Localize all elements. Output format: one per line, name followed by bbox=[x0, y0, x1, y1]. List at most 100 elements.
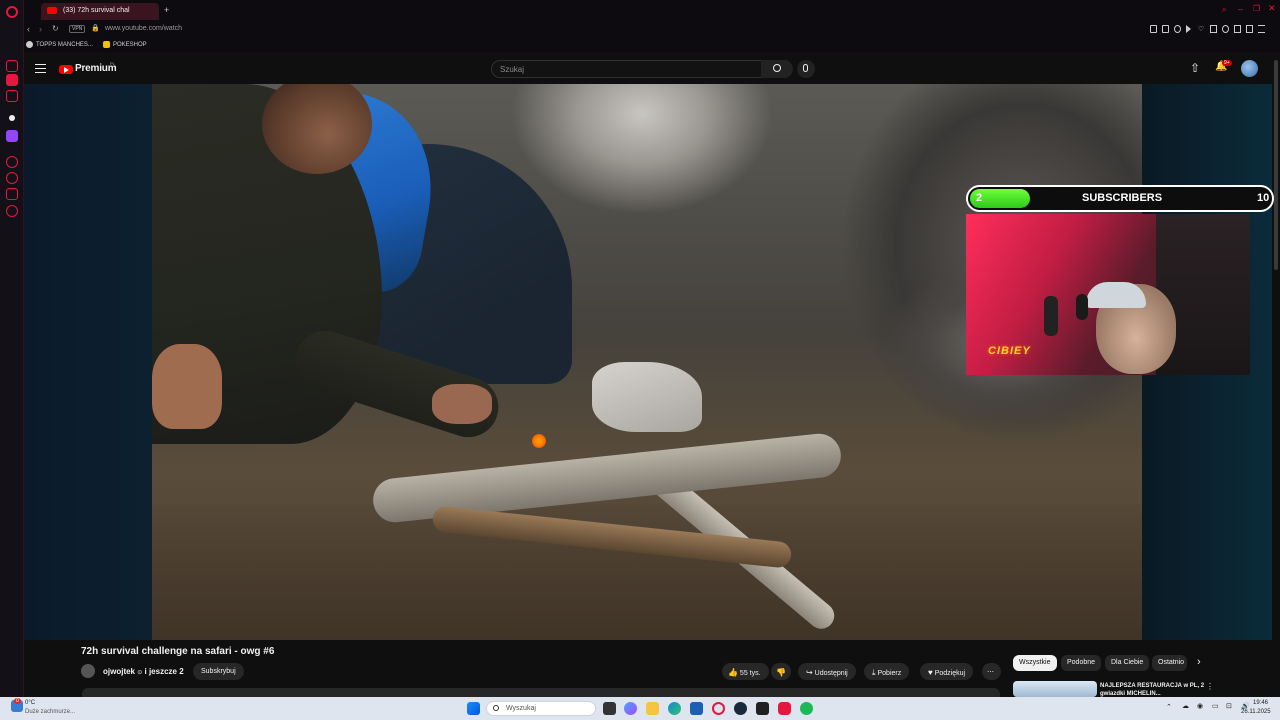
recommended-thumbnail[interactable] bbox=[1013, 681, 1097, 697]
channel-name-text: ojwojtek bbox=[103, 667, 136, 676]
snapshot-icon[interactable] bbox=[1150, 25, 1157, 33]
reload-icon[interactable]: ↻ bbox=[52, 24, 59, 33]
channel-avatar[interactable] bbox=[81, 664, 95, 678]
network-icon[interactable]: ⊡ bbox=[1226, 702, 1232, 710]
back-icon[interactable]: ‹ bbox=[27, 24, 30, 34]
like-count: 55 tys. bbox=[739, 670, 761, 677]
tray-arrow-icon[interactable]: ⌃ bbox=[1166, 703, 1172, 711]
opera-logo-icon[interactable] bbox=[6, 6, 18, 18]
edge-icon[interactable] bbox=[668, 702, 681, 715]
channel-name[interactable]: ojwojtek ⊙ i jeszcze 2 bbox=[103, 667, 184, 676]
wallet-icon[interactable] bbox=[1210, 25, 1217, 33]
bookmark-page-icon[interactable] bbox=[1162, 25, 1169, 33]
maximize-icon[interactable]: ❐ bbox=[1253, 4, 1260, 13]
scene-right-hand bbox=[432, 384, 492, 424]
heart-icon[interactable]: ♡ bbox=[1198, 25, 1205, 33]
dislike-button[interactable]: 👎 bbox=[771, 663, 791, 680]
description-box[interactable] bbox=[82, 688, 1000, 697]
voice-search-button[interactable] bbox=[797, 60, 815, 78]
thanks-label: Podziękuj bbox=[934, 670, 966, 677]
opera-taskbar-icon[interactable] bbox=[712, 702, 725, 715]
subscribe-label: Subskrybuj bbox=[201, 668, 236, 675]
taskbar-search-label: Wyszukaj bbox=[506, 705, 536, 712]
more-actions-button[interactable]: ⋯ bbox=[982, 663, 1001, 680]
new-tab-icon[interactable]: + bbox=[164, 5, 169, 15]
task-view-icon[interactable] bbox=[603, 702, 616, 715]
clock-time[interactable]: 19:46 bbox=[1253, 700, 1268, 706]
weather-badge: 0 bbox=[14, 698, 21, 704]
shield-icon[interactable] bbox=[1174, 25, 1181, 33]
taskbar-search[interactable]: Wyszukaj bbox=[486, 701, 596, 716]
like-button[interactable]: 👍 55 tys. bbox=[722, 663, 769, 680]
scene-ground bbox=[152, 504, 1142, 640]
more-icon: ⋯ bbox=[987, 669, 994, 676]
settings-icon[interactable] bbox=[6, 205, 18, 217]
extensions-icon[interactable] bbox=[6, 188, 18, 200]
search-button[interactable] bbox=[761, 60, 793, 78]
webcam-overlay: CIBIEY bbox=[966, 214, 1250, 375]
search-placeholder: Szukaj bbox=[500, 65, 525, 74]
search-input[interactable]: Szukaj bbox=[491, 60, 781, 78]
messenger-icon[interactable] bbox=[6, 90, 18, 102]
minimize-icon[interactable]: – bbox=[1238, 4, 1243, 14]
microphone-icon bbox=[1044, 296, 1058, 336]
windows-taskbar: 0 0°C Duże zachmurze... Wyszukaj ⌃ ☁ ◉ ▭… bbox=[0, 697, 1280, 720]
chip-recent-label: Ostatnio bbox=[1158, 659, 1185, 666]
home-icon[interactable] bbox=[6, 60, 18, 72]
store-icon[interactable] bbox=[690, 702, 703, 715]
verified-icon: ⊙ bbox=[137, 670, 143, 676]
clock-date[interactable]: 26.11.2025 bbox=[1241, 709, 1271, 715]
page-scrollbar[interactable] bbox=[1274, 60, 1278, 270]
search-tabs-icon[interactable]: ⌕ bbox=[1222, 5, 1226, 15]
close-icon[interactable]: ✕ bbox=[1268, 3, 1276, 14]
game-launcher-icon[interactable] bbox=[756, 702, 769, 715]
chips-next-icon[interactable]: › bbox=[1197, 656, 1201, 668]
forward-icon[interactable]: › bbox=[39, 24, 42, 34]
start-icon[interactable] bbox=[467, 702, 480, 715]
share-button[interactable]: ↪ Udostępnij bbox=[798, 663, 856, 680]
clock-icon[interactable] bbox=[6, 172, 18, 184]
toolbar-icons: ♡ bbox=[1150, 25, 1270, 35]
opera-gx-icon[interactable] bbox=[778, 702, 791, 715]
steam-icon[interactable] bbox=[734, 702, 747, 715]
easy-setup-icon[interactable] bbox=[1258, 25, 1265, 33]
download-button[interactable]: ⤓ Pobierz bbox=[864, 663, 910, 680]
aria-icon[interactable] bbox=[9, 115, 15, 121]
bookmark-topps[interactable]: TOPPS MANCHES... bbox=[36, 42, 93, 48]
file-explorer-icon[interactable] bbox=[646, 702, 659, 715]
spotify-icon[interactable] bbox=[800, 702, 813, 715]
url-field[interactable]: www.youtube.com/watch bbox=[105, 25, 182, 32]
video-title: 72h survival challenge na safari - owg #… bbox=[81, 646, 275, 657]
chip-for-you[interactable]: Dla Ciebie bbox=[1105, 655, 1150, 671]
tray-app-icon[interactable]: ◉ bbox=[1197, 702, 1203, 710]
bookmark-icon[interactable] bbox=[6, 74, 18, 86]
bookmark-pokeshop[interactable]: POKESHOP bbox=[113, 42, 147, 48]
recommended-title[interactable]: NAJLEPSZA RESTAURACJA w PL, 2 gwiazdki M… bbox=[1100, 682, 1210, 698]
thumbs-up-icon: 👍 bbox=[728, 668, 738, 677]
downloads-icon[interactable] bbox=[1234, 25, 1241, 33]
weather-description[interactable]: Duże zachmurze... bbox=[25, 709, 75, 715]
chip-all[interactable]: Wszystkie bbox=[1013, 655, 1057, 671]
play-triangle-icon bbox=[64, 67, 69, 73]
recommended-menu-icon[interactable]: ⋮ bbox=[1206, 682, 1214, 691]
twitch-icon[interactable] bbox=[6, 130, 18, 142]
chip-recent[interactable]: Ostatnio bbox=[1152, 655, 1187, 671]
subscribe-button[interactable]: Subskrybuj bbox=[193, 663, 244, 680]
extensions-toolbar-icon[interactable] bbox=[1246, 25, 1253, 33]
menu-icon[interactable] bbox=[35, 64, 46, 73]
history-icon[interactable] bbox=[6, 156, 18, 168]
copilot-icon[interactable] bbox=[624, 702, 637, 715]
vpn-badge[interactable]: VPN bbox=[69, 25, 86, 33]
tray-cloud-icon[interactable]: ☁ bbox=[1182, 702, 1189, 710]
channel-extra: i jeszcze 2 bbox=[144, 667, 184, 676]
chip-related[interactable]: Podobne bbox=[1061, 655, 1102, 671]
play-icon[interactable] bbox=[1186, 25, 1193, 33]
tray-display-icon[interactable]: ▭ bbox=[1212, 702, 1219, 710]
profile-icon[interactable] bbox=[1222, 25, 1229, 33]
tab-youtube[interactable]: (33) 72h survival chal bbox=[41, 3, 159, 20]
avatar[interactable] bbox=[1241, 60, 1258, 77]
weather-temperature[interactable]: 0°C bbox=[25, 700, 35, 706]
thanks-button[interactable]: ♥ Podziękuj bbox=[920, 663, 974, 680]
create-upload-icon[interactable]: ⇧ bbox=[1190, 61, 1200, 75]
lock-icon: 🔒 bbox=[91, 25, 100, 32]
